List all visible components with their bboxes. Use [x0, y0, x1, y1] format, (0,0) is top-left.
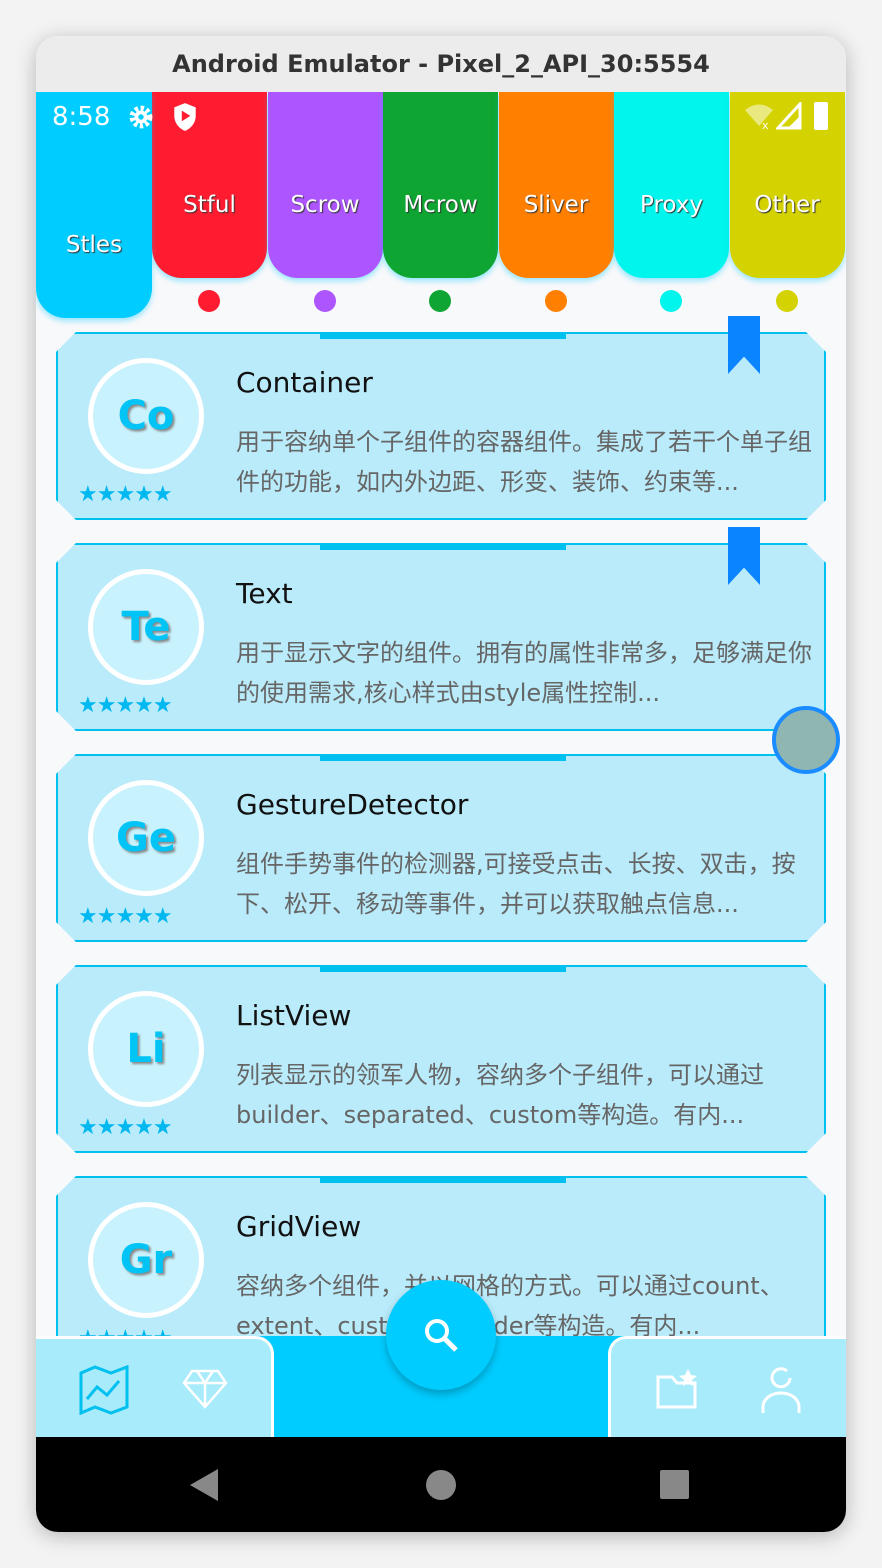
folder-star-icon[interactable]	[655, 1367, 699, 1411]
card-title: GridView	[236, 1210, 362, 1243]
tab-indicator-dot	[198, 290, 220, 312]
back-button[interactable]	[190, 1469, 220, 1501]
card-accent	[320, 1178, 566, 1183]
tab-label: Mcrow	[403, 192, 478, 218]
search-button[interactable]	[386, 1280, 496, 1390]
star-rating: ★★★★★	[78, 904, 172, 929]
tab-label: Stful	[183, 192, 236, 218]
home-button[interactable]	[426, 1470, 456, 1500]
search-icon	[425, 1319, 458, 1352]
battery-icon	[814, 102, 828, 130]
tab-indicator-dot	[544, 290, 567, 312]
diamond-icon[interactable]	[182, 1369, 228, 1409]
card-description: 容纳多个组件，并以网格的方式。可以通过count、extent、custom、b…	[236, 1272, 784, 1340]
tab-label: Sliver	[523, 192, 589, 218]
star-rating: ★★★★★	[78, 693, 172, 718]
emulator-window: Android Emulator - Pixel_2_API_30:5554 S…	[36, 36, 846, 1532]
shield-play-icon	[174, 103, 196, 131]
window-title: Android Emulator - Pixel_2_API_30:5554	[36, 36, 846, 92]
bottom-nav-left	[36, 1336, 274, 1437]
card-description: 列表显示的领军人物，容纳多个子组件，可以通过builder、separated、…	[236, 1061, 764, 1129]
person-icon[interactable]	[759, 1365, 803, 1415]
tab-indicator-dot	[660, 290, 682, 312]
gear-icon	[129, 105, 153, 129]
tab-indicator-dot	[429, 290, 451, 312]
tab-label: Proxy	[639, 192, 703, 218]
map-chart-icon[interactable]	[78, 1365, 130, 1415]
card-accent	[320, 545, 566, 550]
app-screen: Stles Stful Scrow Mcrow Sliver Proxy Other 8:5…	[36, 92, 846, 1437]
wifi-off-icon: x	[745, 104, 773, 130]
signal-icon	[776, 102, 802, 130]
android-nav-bar	[36, 1437, 846, 1532]
floating-user-avatar[interactable]	[772, 706, 840, 774]
card-avatar: Te	[88, 569, 204, 685]
tab-indicator-dot	[775, 290, 798, 312]
tab-label: Scrow	[290, 192, 360, 218]
widget-card[interactable]: Te ★★★★★ Text 用于显示文字的组件。拥有的属性非常多，足够满足你的使…	[56, 543, 826, 731]
widget-card[interactable]: Ge ★★★★★ GestureDetector 组件手势事件的检测器,可接受点…	[56, 754, 826, 942]
card-avatar: Li	[88, 991, 204, 1107]
widget-card[interactable]: Co ★★★★★ Container 用于容纳单个子组件的容器组件。集成了若干个…	[56, 332, 826, 520]
card-title: Container	[236, 366, 373, 399]
card-avatar: Co	[88, 358, 204, 474]
card-avatar: Gr	[88, 1202, 204, 1318]
recents-button[interactable]	[660, 1470, 689, 1499]
bottom-nav-right	[608, 1336, 846, 1437]
card-accent	[320, 756, 566, 761]
card-description: 用于容纳单个子组件的容器组件。集成了若干个单子组件的功能，如内外边距、形变、装饰…	[236, 428, 812, 496]
widget-card[interactable]: Li ★★★★★ ListView 列表显示的领军人物，容纳多个子组件，可以通过…	[56, 965, 826, 1153]
status-time: 8:58	[52, 102, 111, 132]
tab-indicator-dot	[313, 290, 336, 312]
card-title: Text	[236, 577, 293, 610]
tab-label: Other	[754, 192, 820, 218]
card-title: ListView	[236, 999, 352, 1032]
svg-text:x: x	[762, 119, 769, 130]
card-avatar: Ge	[88, 780, 204, 896]
star-rating: ★★★★★	[78, 482, 172, 507]
card-accent	[320, 967, 566, 972]
tab-label: Stles	[65, 232, 123, 258]
card-description: 用于显示文字的组件。拥有的属性非常多，足够满足你的使用需求,核心样式由style…	[236, 639, 812, 707]
card-title: GestureDetector	[236, 788, 469, 821]
status-bar: 8:58 x	[36, 92, 846, 140]
card-accent	[320, 334, 566, 339]
star-rating: ★★★★★	[78, 1115, 172, 1140]
card-description: 组件手势事件的检测器,可接受点击、长按、双击，按下、松开、移动等事件，并可以获取…	[236, 850, 796, 918]
